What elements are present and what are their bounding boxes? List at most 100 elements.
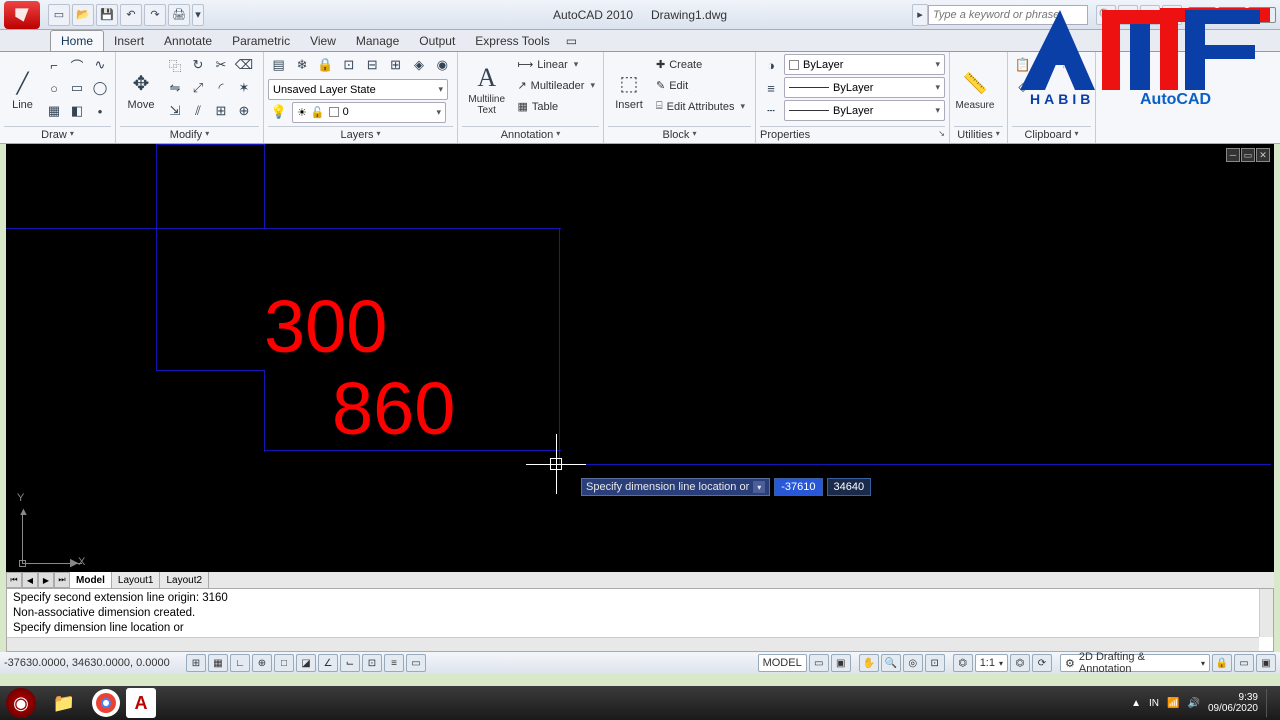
workspace-combo[interactable]: ⚙2D Drafting & Annotation▾ — [1060, 654, 1210, 672]
tab-parametric[interactable]: Parametric — [222, 31, 300, 51]
qat-save-icon[interactable]: 💾 — [96, 4, 118, 26]
layer-bulb-icon[interactable]: 💡 — [268, 101, 290, 123]
layer-6-icon[interactable]: ⊞ — [385, 54, 406, 76]
qat-new-icon[interactable]: ▭ — [48, 4, 70, 26]
osnap-toggle[interactable]: □ — [274, 654, 294, 672]
layout-next-icon[interactable]: ▶ — [38, 572, 54, 588]
mtext-tool[interactable]: A Multiline Text — [462, 54, 511, 126]
color-combo[interactable]: ByLayer▾ — [784, 54, 945, 75]
offset-icon[interactable]: ⫽ — [187, 100, 209, 122]
ann-scale-icon[interactable]: ⏣ — [953, 654, 973, 672]
layer-lock-icon[interactable]: 🔒 — [315, 54, 336, 76]
layout-prev-icon[interactable]: ◀ — [22, 572, 38, 588]
block-edit-tool[interactable]: ✎Edit — [652, 75, 749, 96]
qat-print-icon[interactable]: 🖨 — [168, 4, 190, 26]
tab-home[interactable]: Home — [50, 30, 104, 51]
layer-state-combo[interactable]: Unsaved Layer State▾ — [268, 79, 448, 100]
dynamic-x-input[interactable]: -37610 — [774, 478, 822, 496]
table-tool[interactable]: ▦Table — [513, 96, 599, 117]
model-paper-toggle[interactable]: MODEL — [758, 654, 807, 672]
qat-undo-icon[interactable]: ↶ — [120, 4, 142, 26]
ellipse-icon[interactable]: ◯ — [89, 77, 111, 99]
point-icon[interactable]: • — [89, 100, 111, 122]
region-icon[interactable]: ◧ — [66, 100, 88, 122]
tab-manage[interactable]: Manage — [346, 31, 409, 51]
start-button[interactable]: ◉ — [6, 688, 36, 718]
explorer-icon[interactable]: 📁 — [42, 688, 86, 718]
measure-tool[interactable]: 📏 Measure — [954, 54, 996, 126]
tab-view[interactable]: View — [300, 31, 346, 51]
command-window[interactable]: Specify second extension line origin: 31… — [6, 588, 1274, 652]
snap-toggle[interactable]: ⊞ — [186, 654, 206, 672]
panel-clipboard-title[interactable]: Clipboard▾ — [1012, 126, 1091, 143]
layout-first-icon[interactable]: ⏮ — [6, 572, 22, 588]
dynamic-y-input[interactable]: 34640 — [827, 478, 872, 496]
maximize-button[interactable]: ▭ — [1218, 7, 1246, 23]
paste-icon[interactable]: 📋 — [1012, 54, 1034, 76]
app-menu-button[interactable] — [4, 1, 40, 29]
tab-output[interactable]: Output — [409, 31, 465, 51]
layer-7-icon[interactable]: ◈ — [408, 54, 429, 76]
zoom-icon[interactable]: 🔍 — [881, 654, 901, 672]
erase-icon[interactable]: ⌫ — [233, 54, 255, 76]
hatch-icon[interactable]: ▦ — [43, 100, 65, 122]
line-tool[interactable]: ╱ Line — [4, 54, 41, 126]
panel-utilities-title[interactable]: Utilities▾ — [954, 126, 1003, 143]
layer-8-icon[interactable]: ◉ — [432, 54, 453, 76]
cmd-scroll-h[interactable] — [7, 637, 1259, 651]
ann-vis-icon[interactable]: ⏣ — [1010, 654, 1030, 672]
search-icon[interactable]: 🔍 — [1096, 5, 1116, 25]
panel-layers-title[interactable]: Layers▾ — [268, 126, 453, 143]
tray-lang[interactable]: IN — [1149, 698, 1159, 709]
mirror-icon[interactable]: ⇋ — [164, 77, 186, 99]
lwt-toggle[interactable]: ≡ — [384, 654, 404, 672]
lweight-icon[interactable]: ≡ — [760, 77, 782, 99]
tray-network-icon[interactable]: 📶 — [1167, 698, 1179, 709]
insert-tool[interactable]: ⬚ Insert — [608, 54, 650, 126]
arc-icon[interactable]: ⌒ — [66, 54, 88, 76]
grid-toggle[interactable]: ▦ — [208, 654, 228, 672]
ltype-icon[interactable]: ┄ — [760, 100, 782, 122]
tray-clock[interactable]: 9:39 09/06/2020 — [1208, 692, 1258, 714]
close-button[interactable]: ✕ — [1248, 7, 1276, 23]
qview-drawing-icon[interactable]: ▣ — [831, 654, 851, 672]
search-input[interactable] — [928, 5, 1088, 25]
drawing-area[interactable]: ─ ▭ ✕ 300 860 Specify dimension line loc… — [6, 144, 1274, 572]
clean-screen-icon[interactable]: ▣ — [1256, 654, 1276, 672]
model-viewport[interactable]: 300 860 Specify dimension line location … — [6, 144, 1274, 572]
cut-icon[interactable]: ✂ — [1035, 54, 1057, 76]
polyline-icon[interactable]: ⌐ — [43, 54, 65, 76]
copy-icon[interactable]: ⿻ — [164, 54, 186, 76]
osnap3d-toggle[interactable]: ◪ — [296, 654, 316, 672]
tab-express[interactable]: Express Tools — [465, 31, 559, 51]
layer-prop-icon[interactable]: ▤ — [268, 54, 289, 76]
trim-icon[interactable]: ✂ — [210, 54, 232, 76]
help-icon[interactable]: ? — [1162, 5, 1182, 25]
array-icon[interactable]: ⊞ — [210, 100, 232, 122]
layer-freeze-icon[interactable]: ❄ — [291, 54, 312, 76]
multileader-tool[interactable]: ↗Multileader▾ — [513, 75, 599, 96]
qp-toggle[interactable]: ▭ — [406, 654, 426, 672]
panel-block-title[interactable]: Block▾ — [608, 126, 751, 143]
fillet-icon[interactable]: ◜ — [210, 77, 232, 99]
chrome-icon[interactable] — [92, 689, 120, 717]
ltype-combo[interactable]: ByLayer▾ — [784, 100, 945, 121]
tab-extra-icon[interactable]: ▭ — [560, 31, 583, 51]
minimize-button[interactable]: ─ — [1188, 7, 1216, 23]
explode-icon[interactable]: ✶ — [233, 77, 255, 99]
tab-annotate[interactable]: Annotate — [154, 31, 222, 51]
rotate-icon[interactable]: ↻ — [187, 54, 209, 76]
layer-5-icon[interactable]: ⊟ — [362, 54, 383, 76]
join-icon[interactable]: ⊕ — [233, 100, 255, 122]
qview-layout-icon[interactable]: ▭ — [809, 654, 829, 672]
layout-tab-model[interactable]: Model — [70, 572, 112, 588]
otrack-toggle[interactable]: ∠ — [318, 654, 338, 672]
color-icon[interactable]: ◑ — [760, 54, 782, 76]
move-tool[interactable]: ✥ Move — [120, 54, 162, 126]
ann-auto-icon[interactable]: ⟳ — [1032, 654, 1052, 672]
dynamic-menu-icon[interactable]: ▾ — [753, 481, 765, 493]
show-desktop[interactable] — [1266, 689, 1274, 717]
lweight-combo[interactable]: ByLayer▾ — [784, 77, 945, 98]
block-editattr-tool[interactable]: ⌸Edit Attributes▾ — [652, 96, 749, 117]
ortho-toggle[interactable]: ∟ — [230, 654, 250, 672]
